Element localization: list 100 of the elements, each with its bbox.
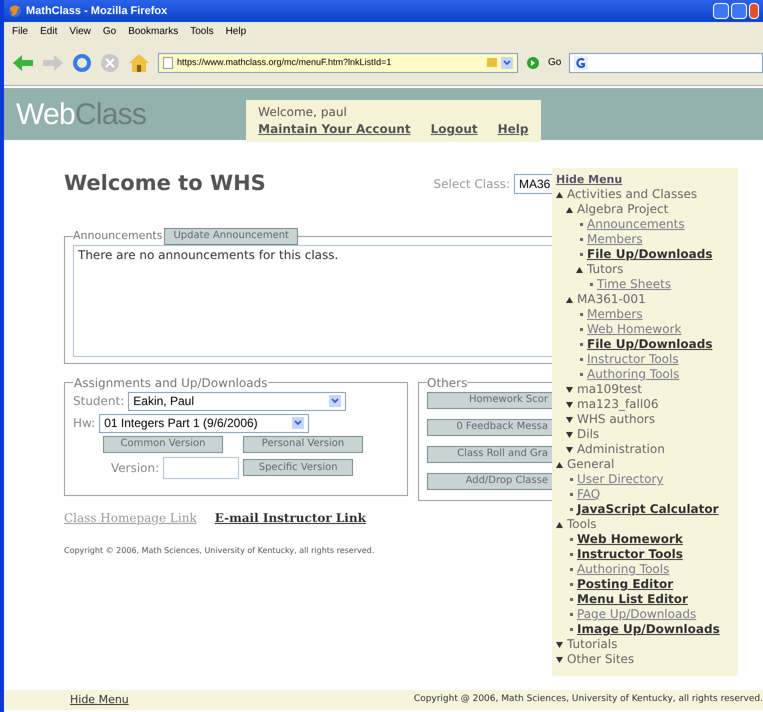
- menu-bar-item[interactable]: Go: [102, 24, 116, 38]
- search-field[interactable]: [569, 52, 763, 72]
- up-triangle-icon[interactable]: [556, 192, 563, 198]
- form-button[interactable]: Homework Scor: [427, 392, 552, 408]
- menu-group[interactable]: Tutors: [587, 262, 624, 277]
- menu-group[interactable]: Algebra Project: [577, 202, 668, 217]
- bullet-icon: [570, 583, 573, 586]
- menu-link[interactable]: Instructor Tools: [577, 547, 683, 562]
- form-button[interactable]: 0 Feedback Messa: [427, 418, 552, 436]
- menu-link[interactable]: File Up/Downloads: [587, 247, 712, 262]
- page-link[interactable]: Class Homepage Link: [64, 508, 197, 526]
- up-triangle-icon[interactable]: [556, 522, 563, 528]
- field-label: Hw:: [73, 415, 96, 432]
- user-name: paul: [320, 104, 347, 121]
- menu-bar-item[interactable]: File: [12, 24, 28, 38]
- menu-link[interactable]: Announcements: [587, 217, 685, 232]
- footer-copyright: Copyright @ 2006, Math Sciences, University of Kentucky, all rights reserved.: [414, 693, 763, 706]
- menu-group[interactable]: WHS authors: [577, 412, 656, 427]
- menu-group[interactable]: ma109test: [577, 382, 642, 397]
- form-button[interactable]: Class Roll and Gra: [427, 446, 552, 462]
- down-triangle-icon[interactable]: [556, 656, 563, 662]
- menu-bar-item[interactable]: Edit: [40, 24, 58, 38]
- bullet-icon: [570, 508, 573, 511]
- hide-menu-link[interactable]: Hide Menu: [70, 692, 129, 708]
- section-legend: Others: [427, 374, 468, 392]
- up-triangle-icon[interactable]: [576, 266, 583, 272]
- menu-group[interactable]: Tutorials: [567, 637, 618, 652]
- up-triangle-icon[interactable]: [556, 462, 563, 468]
- bullet-icon: [570, 628, 573, 631]
- up-triangle-icon[interactable]: [566, 206, 573, 212]
- down-triangle-icon[interactable]: [566, 432, 573, 438]
- menu-link[interactable]: Menu List Editor: [577, 592, 688, 607]
- reload-icon[interactable]: [72, 52, 92, 72]
- bullet-icon: [580, 223, 583, 226]
- menu-bar-item[interactable]: Tools: [190, 24, 214, 38]
- bullet-icon: [570, 538, 573, 541]
- bullet-icon: [570, 478, 573, 481]
- bullet-icon: [570, 598, 573, 601]
- form-button[interactable]: Personal Version: [243, 436, 363, 452]
- up-triangle-icon[interactable]: [566, 296, 573, 302]
- menu-group[interactable]: Tools: [567, 517, 597, 532]
- lock-icon: [487, 58, 497, 67]
- form-button[interactable]: Add/Drop Classe: [427, 472, 552, 490]
- close-icon[interactable]: [749, 3, 759, 19]
- menu-bar-item[interactable]: View: [69, 24, 91, 38]
- menu-link[interactable]: Authoring Tools: [577, 562, 670, 577]
- menu-group[interactable]: Other Sites: [567, 652, 634, 667]
- menu-link[interactable]: Image Up/Downloads: [577, 622, 720, 637]
- fox-globe-icon: [8, 4, 22, 18]
- menu-bar-item[interactable]: Help: [226, 24, 246, 38]
- version-field[interactable]: [163, 456, 240, 478]
- down-triangle-icon[interactable]: [566, 386, 573, 392]
- home-icon[interactable]: [128, 52, 150, 72]
- menu-link[interactable]: Posting Editor: [577, 577, 674, 592]
- menu-group[interactable]: ma123_fall06: [577, 397, 658, 412]
- hide-menu-link[interactable]: Hide Menu: [556, 172, 734, 187]
- menu-link[interactable]: FAQ: [577, 487, 600, 502]
- bullet-icon: [580, 313, 583, 316]
- menu-link[interactable]: Authoring Tools: [587, 367, 680, 382]
- menu-group[interactable]: MA361-001: [577, 292, 646, 307]
- bullet-icon: [590, 283, 593, 286]
- menu-link[interactable]: Web Homework: [587, 322, 682, 337]
- menu-link[interactable]: Time Sheets: [597, 277, 672, 292]
- student-select[interactable]: Eakin, Paul: [128, 392, 346, 410]
- down-triangle-icon[interactable]: [566, 446, 573, 452]
- window-title: MathClass - Mozilla Firefox: [26, 4, 168, 19]
- account-link[interactable]: Logout: [430, 121, 478, 138]
- menu-link[interactable]: Instructor Tools: [587, 352, 679, 367]
- bullet-icon: [580, 238, 583, 241]
- menu-link[interactable]: User Directory: [577, 472, 664, 487]
- homework-select[interactable]: 01 Integers Part 1 (9/6/2006): [99, 414, 310, 432]
- menu-link[interactable]: Members: [587, 307, 643, 322]
- menu-group[interactable]: Activities and Classes: [567, 187, 698, 202]
- menu-group[interactable]: General: [567, 457, 614, 472]
- menu-group[interactable]: Administration: [577, 442, 665, 457]
- down-triangle-icon[interactable]: [566, 402, 573, 408]
- form-button[interactable]: Common Version: [103, 436, 223, 452]
- menu-bar-item[interactable]: Bookmarks: [128, 24, 178, 38]
- minimize-icon[interactable]: [713, 3, 729, 19]
- down-triangle-icon[interactable]: [566, 416, 573, 422]
- address-field[interactable]: https://www.mathclass.org/mc/menuF.htm?lnkListId=1: [158, 52, 518, 72]
- account-link[interactable]: Help: [498, 121, 528, 138]
- select-class-label: Select Class:: [434, 176, 510, 193]
- menu-link[interactable]: File Up/Downloads: [587, 337, 712, 352]
- down-triangle-icon[interactable]: [556, 642, 563, 648]
- menu-link[interactable]: Web Homework: [577, 532, 683, 547]
- url-text: https://www.mathclass.org/mc/menuF.htm?lnkListId=1: [177, 56, 392, 69]
- menu-group[interactable]: Dils: [577, 427, 600, 442]
- maximize-icon[interactable]: [731, 3, 747, 19]
- account-link[interactable]: Maintain Your Account: [258, 121, 411, 138]
- menu-link[interactable]: Page Up/Downloads: [577, 607, 696, 622]
- page-link[interactable]: E-mail Instructor Link: [214, 508, 366, 526]
- bullet-icon: [580, 358, 583, 361]
- menu-link[interactable]: Members: [587, 232, 643, 247]
- welcome-label: Welcome,: [258, 104, 317, 121]
- form-button[interactable]: Specific Version: [243, 459, 354, 476]
- form-button[interactable]: Update Announcement: [164, 228, 298, 244]
- bullet-icon: [580, 328, 583, 331]
- menu-link[interactable]: JavaScript Calculator: [577, 502, 719, 517]
- go-button[interactable]: Go: [548, 55, 562, 70]
